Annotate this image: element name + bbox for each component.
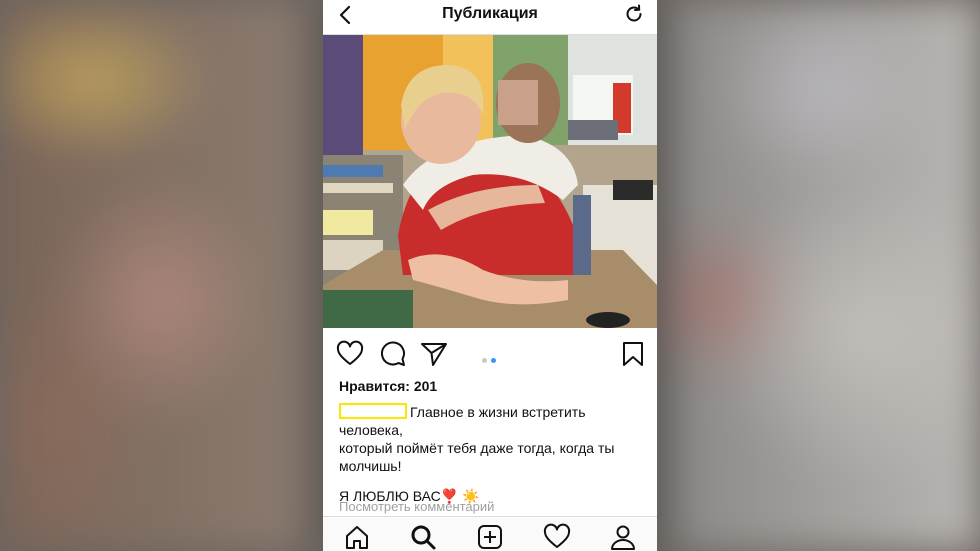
carousel-dot-active	[491, 358, 496, 363]
view-comments-link[interactable]: Посмотреть комментарий	[339, 499, 494, 514]
username-highlight[interactable]	[339, 403, 407, 419]
carousel-indicator	[482, 350, 500, 368]
profile-icon[interactable]	[609, 523, 637, 551]
likes-count[interactable]: Нравится: 201	[339, 378, 437, 394]
heart-icon[interactable]	[336, 340, 364, 368]
post-photo[interactable]	[323, 35, 657, 328]
add-post-icon[interactable]	[476, 523, 504, 551]
bottom-tab-bar	[323, 516, 657, 551]
refresh-icon[interactable]	[623, 3, 645, 25]
post-action-bar	[323, 336, 657, 370]
page-title: Публикация	[442, 5, 538, 22]
post-caption: Главное в жизни встретить человека, кото…	[339, 403, 649, 505]
phone-screen: Публикация Нравится: 201 Главное в жизни…	[323, 0, 657, 551]
carousel-dot	[482, 358, 487, 363]
caption-line-2: который поймёт тебя даже тогда, когда ты…	[339, 440, 615, 474]
search-icon[interactable]	[409, 523, 437, 551]
bookmark-icon[interactable]	[619, 340, 647, 368]
top-navigation-bar: Публикация	[323, 0, 657, 35]
paper-plane-icon[interactable]	[420, 340, 448, 368]
comment-icon[interactable]	[379, 340, 407, 368]
home-icon[interactable]	[343, 523, 371, 551]
activity-heart-icon[interactable]	[543, 523, 571, 551]
